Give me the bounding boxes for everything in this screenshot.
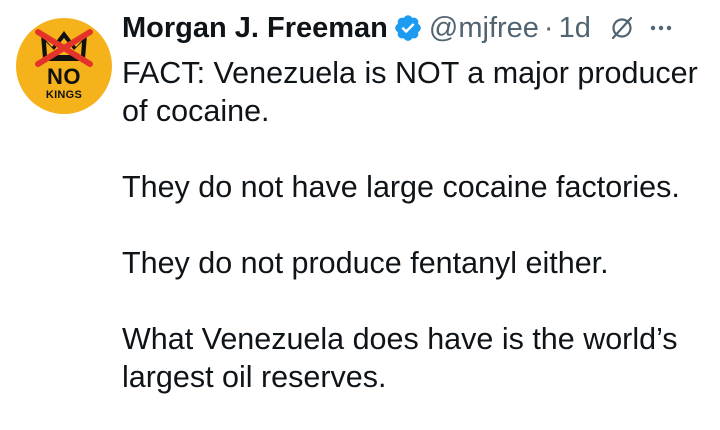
- tweet-paragraph: What Venezuela does have is the world’s …: [122, 322, 678, 394]
- avatar-kings-text: KINGS: [45, 89, 83, 101]
- tweet-text: FACT: Venezuela is NOT a major producer …: [122, 54, 712, 396]
- handle[interactable]: @mjfree: [429, 12, 539, 45]
- timestamp[interactable]: 1d: [559, 12, 591, 45]
- avatar[interactable]: NO KINGS: [16, 18, 112, 114]
- display-name[interactable]: Morgan J. Freeman: [122, 12, 388, 45]
- verified-badge-icon[interactable]: [393, 13, 423, 43]
- tweet[interactable]: NO KINGS Morgan J. Freeman @mjfree · 1d: [0, 0, 720, 430]
- tweet-paragraph: They do not produce fentanyl either.: [122, 246, 609, 280]
- more-options-icon[interactable]: [649, 15, 673, 41]
- tweet-paragraph: FACT: Venezuela is NOT a major producer …: [122, 56, 698, 128]
- grok-icon[interactable]: [609, 15, 635, 41]
- tweet-paragraph: They do not have large cocaine factories…: [122, 170, 680, 204]
- avatar-no-text: NO: [47, 64, 81, 89]
- tweet-header: Morgan J. Freeman @mjfree · 1d: [122, 6, 673, 50]
- header-separator: ·: [543, 11, 554, 44]
